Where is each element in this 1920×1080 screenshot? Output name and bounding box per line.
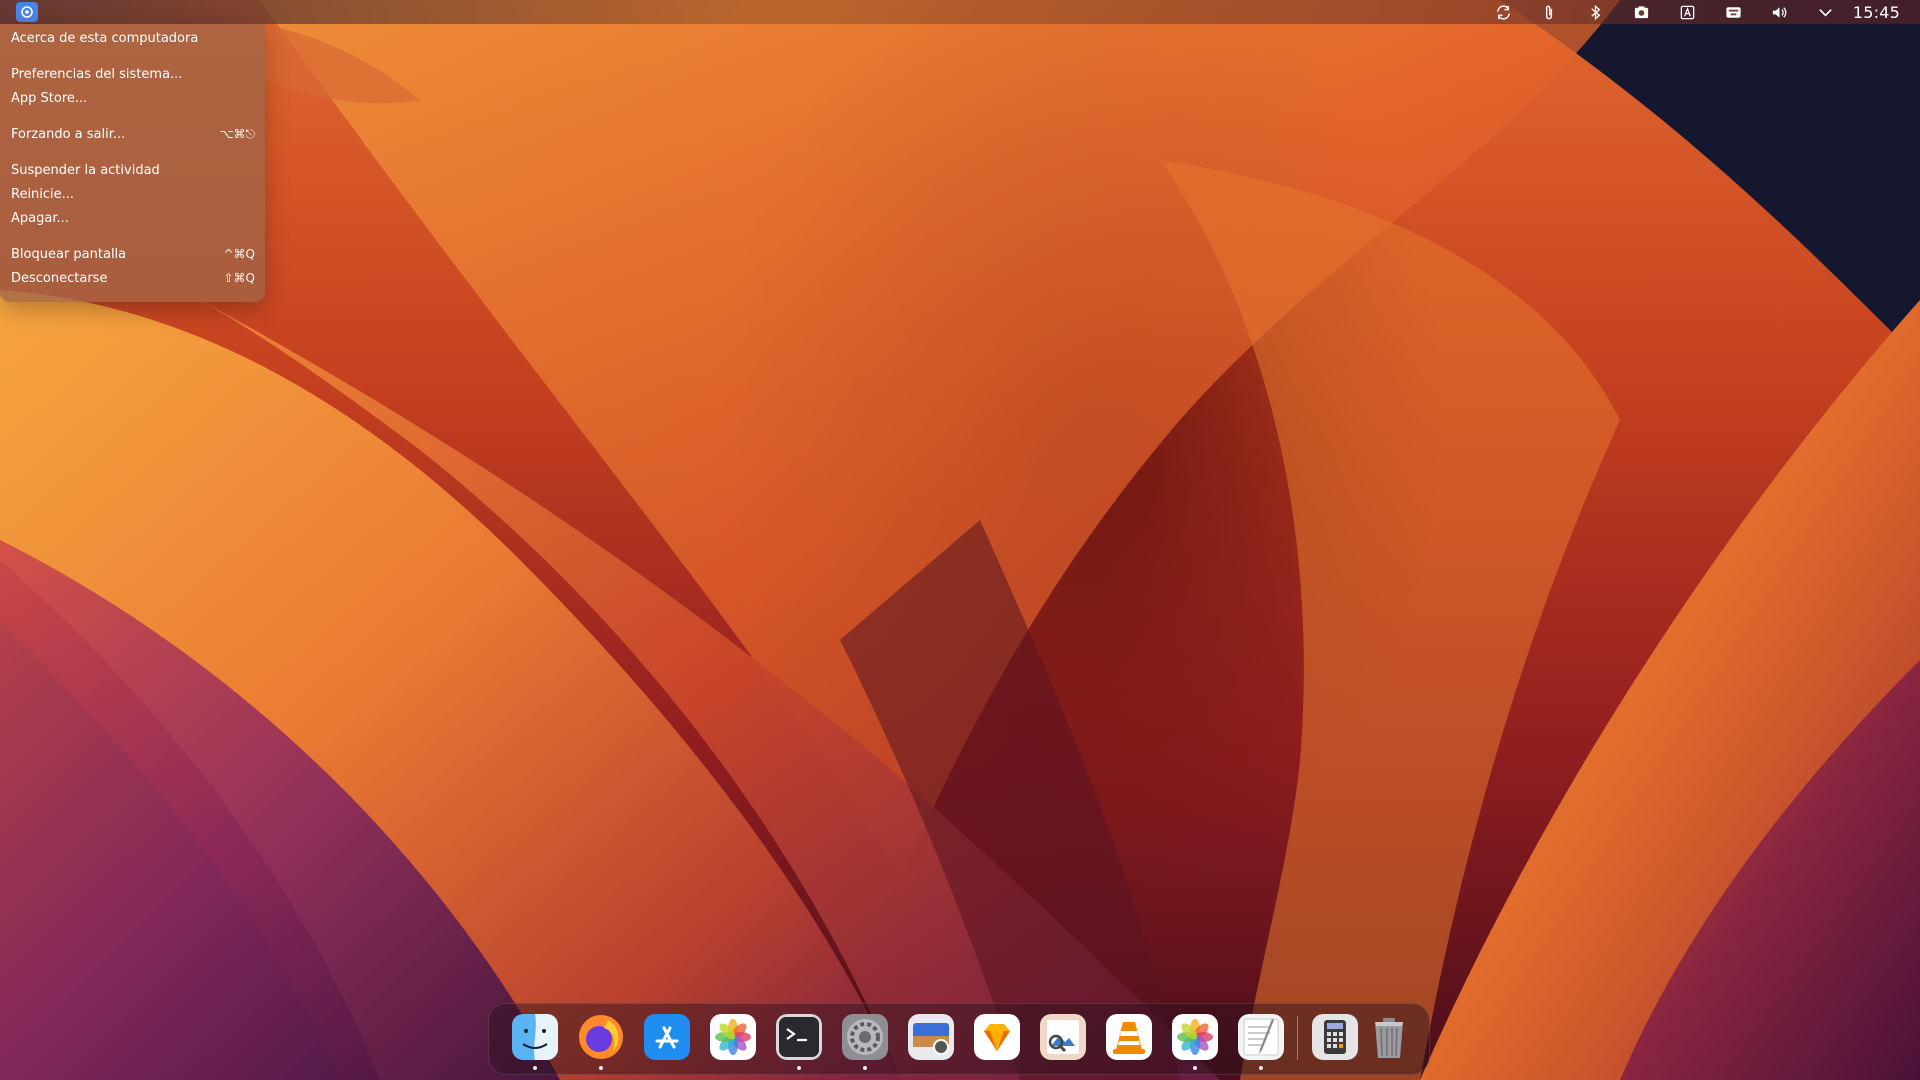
menu-item-label: Desconectarse <box>11 270 108 286</box>
menu-item-app-store[interactable]: App Store... <box>0 87 265 109</box>
paperclip-icon[interactable] <box>1527 0 1573 24</box>
menu-item-shortcut: ⇧⌘Q <box>223 271 256 285</box>
dock-app-vlc[interactable] <box>1106 1014 1152 1060</box>
dock-app-terminal[interactable] <box>776 1014 822 1070</box>
dock <box>488 1003 1430 1075</box>
desktop-wallpaper <box>0 0 1920 1080</box>
dock-app-text-editor[interactable] <box>1238 1014 1284 1070</box>
menu-item-label: Preferencias del sistema... <box>11 66 183 82</box>
menu-item-log-out[interactable]: Desconectarse ⇧⌘Q <box>0 267 265 289</box>
apple-menu-button[interactable] <box>16 2 38 22</box>
menu-bar: 15:45 <box>0 0 1920 24</box>
volume-icon[interactable] <box>1757 0 1803 24</box>
menu-item-force-quit[interactable]: Forzando a salir... ⌥⌘⎋ <box>0 123 265 145</box>
terminal-icon <box>776 1014 822 1060</box>
dock-app-app-store[interactable] <box>644 1014 690 1060</box>
dock-app-finder[interactable] <box>512 1014 558 1070</box>
menu-item-system-preferences[interactable]: Preferencias del sistema... <box>0 63 265 85</box>
menu-item-label: Reinicie... <box>11 186 75 202</box>
apple-logo-icon <box>21 6 33 18</box>
dock-app-system-preferences[interactable] <box>842 1014 888 1070</box>
menu-item-label: Acerca de esta computadora <box>11 30 199 46</box>
dock-app-calculator[interactable] <box>1312 1014 1358 1060</box>
dock-app-screen-capture[interactable] <box>908 1014 954 1060</box>
text-input-icon[interactable] <box>1665 0 1711 24</box>
trash-icon <box>1366 1014 1412 1060</box>
photos-icon <box>710 1014 756 1060</box>
dock-app-firefox[interactable] <box>578 1014 624 1070</box>
status-tray: 15:45 <box>1481 0 1920 24</box>
menu-item-shortcut: ^⌘Q <box>223 247 256 261</box>
running-indicator <box>1259 1066 1263 1070</box>
menu-item-shut-down[interactable]: Apagar... <box>0 207 265 229</box>
sketch-icon <box>974 1014 1020 1060</box>
menu-item-label: Forzando a salir... <box>11 126 126 142</box>
dock-app-preview[interactable] <box>1040 1014 1086 1060</box>
sync-icon[interactable] <box>1481 0 1527 24</box>
dock-app-photos-2[interactable] <box>1172 1014 1218 1070</box>
system-preferences-icon <box>842 1014 888 1060</box>
clock[interactable]: 15:45 <box>1849 3 1920 22</box>
menu-item-label: App Store... <box>11 90 88 106</box>
menu-item-sleep[interactable]: Suspender la actividad <box>0 159 265 181</box>
dock-app-sketch[interactable] <box>974 1014 1020 1060</box>
photos-icon <box>1172 1014 1218 1060</box>
preview-icon <box>1040 1014 1086 1060</box>
finder-icon <box>512 1014 558 1060</box>
screen-capture-icon <box>908 1014 954 1060</box>
menu-item-label: Apagar... <box>11 210 69 226</box>
dock-separator <box>1297 1016 1298 1060</box>
menu-item-about[interactable]: Acerca de esta computadora <box>0 27 265 49</box>
running-indicator <box>797 1066 801 1070</box>
app-store-icon <box>644 1014 690 1060</box>
bluetooth-icon[interactable] <box>1573 0 1619 24</box>
dock-app-trash[interactable] <box>1366 1014 1412 1060</box>
calculator-icon <box>1312 1014 1358 1060</box>
menu-item-label: Suspender la actividad <box>11 162 160 178</box>
dock-app-photos[interactable] <box>710 1014 756 1060</box>
menu-item-lock-screen[interactable]: Bloquear pantalla ^⌘Q <box>0 243 265 265</box>
running-indicator <box>863 1066 867 1070</box>
running-indicator <box>599 1066 603 1070</box>
menu-item-shortcut: ⌥⌘⎋ <box>219 126 255 141</box>
firefox-icon <box>578 1014 624 1060</box>
running-indicator <box>1193 1066 1197 1070</box>
running-indicator <box>533 1066 537 1070</box>
menu-item-label: Bloquear pantalla <box>11 246 127 262</box>
chevron-down-icon[interactable] <box>1803 0 1849 24</box>
apple-menu-dropdown: Acerca de esta computadora Preferencias … <box>0 24 265 302</box>
menu-item-restart[interactable]: Reinicie... <box>0 183 265 205</box>
screenshot-icon[interactable] <box>1619 0 1665 24</box>
vlc-icon <box>1106 1014 1152 1060</box>
keyboard-icon[interactable] <box>1711 0 1757 24</box>
text-editor-icon <box>1238 1014 1284 1060</box>
